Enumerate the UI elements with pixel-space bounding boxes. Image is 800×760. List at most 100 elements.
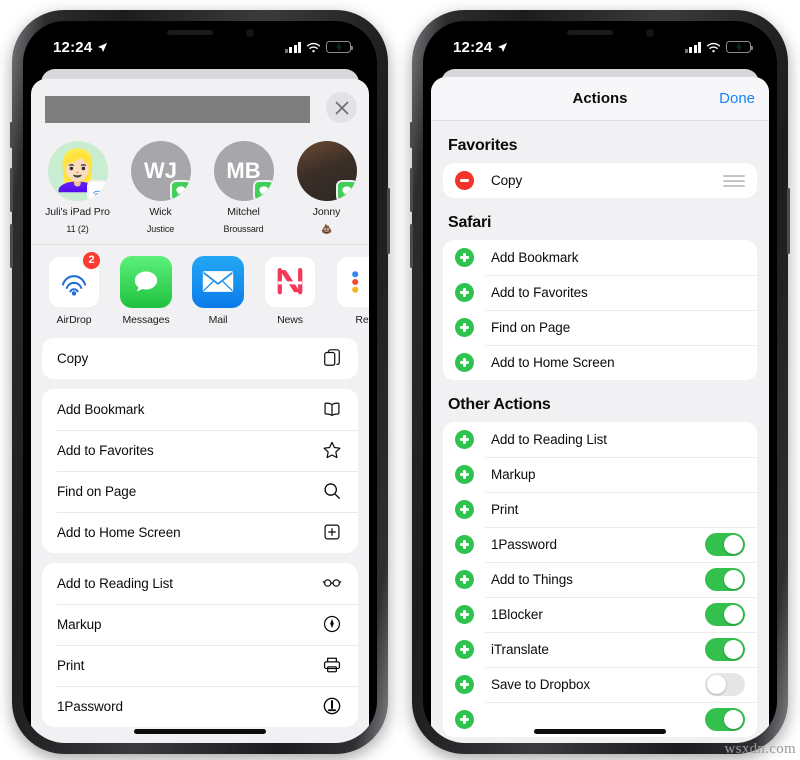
editor-row-label: iTranslate <box>491 642 549 657</box>
editor-row-add-to-favorites[interactable]: Add to Favorites <box>443 275 757 310</box>
editor-row-itranslate[interactable]: iTranslate <box>443 632 757 667</box>
volume-down-button[interactable] <box>410 224 413 268</box>
action-row-markup[interactable]: Markup <box>42 603 358 645</box>
editor-row-label: Add Bookmark <box>491 250 579 265</box>
charging-bolt-icon <box>735 42 742 52</box>
cellular-bars-icon <box>284 41 301 53</box>
safari-group: Add Bookmark Add to Favorites Find on Pa… <box>42 388 358 553</box>
add-icon[interactable] <box>455 430 474 449</box>
editor-row-add-to-home-screen[interactable]: Add to Home Screen <box>443 345 757 380</box>
copy-icon <box>321 347 343 369</box>
action-row-add-to-home-screen[interactable]: Add to Home Screen <box>42 511 358 553</box>
add-icon[interactable] <box>455 535 474 554</box>
contact-name: Mitchel <box>227 206 260 218</box>
app-item-messages[interactable]: Messages <box>120 255 172 326</box>
status-indicators <box>284 41 354 53</box>
editor-row-1password[interactable]: 1Password <box>443 527 757 562</box>
avatar <box>296 141 357 201</box>
app-item-mail[interactable]: Mail <box>192 255 244 326</box>
app-icon <box>264 255 316 308</box>
onepassword-icon <box>321 695 343 717</box>
toggle-switch[interactable] <box>705 603 745 626</box>
app-icon <box>120 255 172 308</box>
app-label: AirDrop <box>56 313 92 326</box>
add-icon[interactable] <box>455 283 474 302</box>
action-label: Markup <box>57 616 102 632</box>
airdrop-badge <box>86 180 108 201</box>
power-button[interactable] <box>387 188 390 254</box>
toggle-switch[interactable] <box>705 673 745 696</box>
remove-icon[interactable] <box>455 171 474 190</box>
silent-switch[interactable] <box>410 122 413 148</box>
add-icon[interactable] <box>455 500 474 519</box>
add-icon[interactable] <box>455 353 474 372</box>
contact-name-line2: Justice <box>146 223 175 234</box>
editor-row-add-bookmark[interactable]: Add Bookmark <box>443 240 757 275</box>
volume-down-button[interactable] <box>10 224 13 268</box>
app-item-news[interactable]: News <box>264 255 316 326</box>
iphone-right-screen: Actions Done Favorites Copy Safari Add B… <box>423 21 777 743</box>
share-sheet-header <box>31 79 369 139</box>
volume-up-button[interactable] <box>10 168 13 212</box>
toggle-switch[interactable] <box>705 638 745 661</box>
actions-sheet: Actions Done Favorites Copy Safari Add B… <box>431 77 769 743</box>
messages-icon <box>175 186 186 195</box>
contact-item[interactable]: WJ Wick Justice <box>128 141 193 235</box>
close-button[interactable] <box>326 92 357 123</box>
action-row-copy[interactable]: Copy <box>42 338 358 379</box>
app-label: News <box>277 313 303 326</box>
editor-row-add-to-things[interactable]: Add to Things <box>443 562 757 597</box>
wifi-icon <box>306 42 321 52</box>
drag-handle-icon[interactable] <box>723 174 745 187</box>
add-icon[interactable] <box>455 605 474 624</box>
editor-row-print[interactable]: Print <box>443 492 757 527</box>
add-icon[interactable] <box>455 465 474 484</box>
editor-row-find-on-page[interactable]: Find on Page <box>443 310 757 345</box>
contact-item[interactable]: Jonny 💩 <box>294 141 359 235</box>
add-icon[interactable] <box>455 248 474 267</box>
editor-row-1blocker[interactable]: 1Blocker <box>443 597 757 632</box>
status-time-group: 12:24 <box>453 39 508 56</box>
editor-row-add-to-reading-list[interactable]: Add to Reading List <box>443 422 757 457</box>
toggle-switch[interactable] <box>705 533 745 556</box>
silent-switch[interactable] <box>10 122 13 148</box>
action-row-add-bookmark[interactable]: Add Bookmark <box>42 389 358 430</box>
home-indicator[interactable] <box>534 729 666 734</box>
battery-charging-icon <box>726 41 754 53</box>
add-icon[interactable] <box>455 675 474 694</box>
iphone-right-device: Actions Done Favorites Copy Safari Add B… <box>410 10 790 754</box>
app-item-reminders[interactable]: Re <box>336 255 369 326</box>
add-icon[interactable] <box>455 640 474 659</box>
location-arrow-icon <box>498 42 508 52</box>
add-icon[interactable] <box>455 710 474 729</box>
power-button[interactable] <box>787 188 790 254</box>
status-time: 12:24 <box>53 38 93 56</box>
editor-row-save-to-dropbox[interactable]: Save to Dropbox <box>443 667 757 702</box>
done-button[interactable]: Done <box>719 90 755 107</box>
contact-name-line2: 11 (2) <box>66 223 89 234</box>
volume-up-button[interactable] <box>410 168 413 212</box>
action-row-print[interactable]: Print <box>42 644 358 686</box>
toggle-switch[interactable] <box>705 708 745 731</box>
editor-row-label: Markup <box>491 467 536 482</box>
contact-item[interactable]: 👱🏻‍♀️ <box>45 141 110 235</box>
toggle-switch[interactable] <box>705 568 745 591</box>
action-row-add-to-favorites[interactable]: Add to Favorites <box>42 429 358 471</box>
contact-item[interactable]: MB Mitchel Broussard <box>211 141 276 235</box>
editor-row-label: Save to Dropbox <box>491 677 591 692</box>
add-icon[interactable] <box>455 570 474 589</box>
app-item-airdrop[interactable]: 2 AirDrop <box>48 250 101 326</box>
action-label: Add to Reading List <box>57 575 173 591</box>
avatar: WJ <box>130 141 191 201</box>
action-row-add-to-reading-list[interactable]: Add to Reading List <box>42 563 358 604</box>
avatar: MB <box>213 141 274 201</box>
home-indicator[interactable] <box>134 729 266 734</box>
action-label: Print <box>57 657 85 673</box>
action-row-find-on-page[interactable]: Find on Page <box>42 470 358 512</box>
editor-row-markup[interactable]: Markup <box>443 457 757 492</box>
action-row-1password[interactable]: 1Password <box>42 685 358 727</box>
editor-row-copy[interactable]: Copy <box>443 163 757 198</box>
add-icon[interactable] <box>455 318 474 337</box>
status-bar: 12:24 <box>23 21 377 65</box>
apps-row: 2 AirDrop Messages Mail News Re <box>31 245 369 326</box>
